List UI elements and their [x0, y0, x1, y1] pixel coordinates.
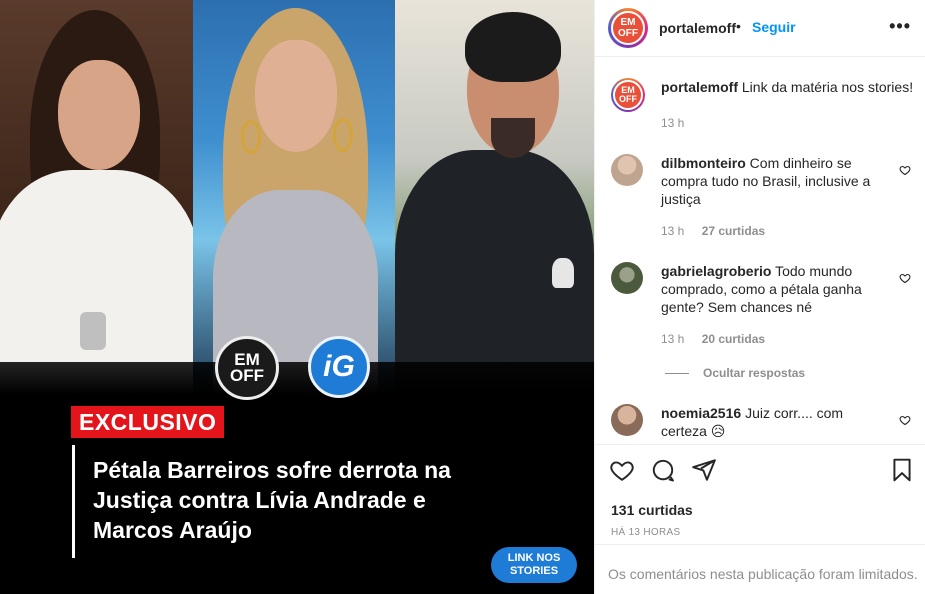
likes-count[interactable]: 131 curtidas — [611, 502, 693, 518]
like-comment-heart-icon[interactable] — [899, 164, 911, 176]
comment-likes[interactable]: 27 curtidas — [702, 224, 765, 238]
share-send-icon[interactable] — [691, 457, 717, 483]
author-avatar[interactable]: EM OFF — [608, 8, 648, 48]
photo-woman-left — [0, 0, 193, 400]
caption: EM OFF portalemoff Link da matéria nos s… — [611, 78, 913, 138]
comments-limited-text: Os comentários nesta publicação foram li… — [608, 566, 918, 582]
comment-bubble-icon[interactable] — [650, 457, 676, 483]
post-image[interactable]: EM OFF iG EXCLUSIVO Pétala Barreiros sof… — [0, 0, 594, 594]
save-bookmark-icon[interactable] — [889, 457, 915, 483]
emoff-logo: EM OFF — [215, 336, 279, 400]
photo-presenter-center — [193, 0, 395, 400]
comment-username[interactable]: noemia2516 — [661, 405, 741, 421]
photo-man-right — [395, 0, 594, 400]
comments-list[interactable]: EM OFF portalemoff Link da matéria nos s… — [595, 58, 925, 444]
caption-body: portalemoff Link da matéria nos stories! — [661, 78, 921, 96]
post-actions: 131 curtidas HÁ 13 HORAS — [595, 444, 925, 544]
comment-time: 13 h — [661, 332, 685, 346]
comment-meta: 13 h 20 curtidas — [661, 332, 765, 346]
commenter-avatar[interactable] — [611, 404, 643, 436]
caption-avatar[interactable]: EM OFF — [611, 78, 645, 112]
comment-item: noemia2516 Juiz corr.... com certeza 😥 — [611, 404, 911, 444]
caption-text: Link da matéria nos stories! — [741, 79, 914, 95]
post-sidebar: EM OFF portalemoff • Seguir ••• EM OFF p… — [594, 0, 925, 594]
caption-time: 13 h — [661, 116, 685, 130]
caption-username[interactable]: portalemoff — [661, 79, 738, 95]
comment-meta: 13 h 27 curtidas — [661, 224, 765, 238]
exclusive-tag: EXCLUSIVO — [71, 406, 225, 438]
ig-logo-text: iG — [323, 350, 355, 383]
post-time-ago: HÁ 13 HORAS — [611, 527, 681, 538]
hide-replies-label: Ocultar respostas — [703, 366, 806, 380]
avatar-text-2: OFF — [618, 28, 638, 39]
link-stories-line1: LINK NOS — [507, 552, 561, 564]
like-comment-heart-icon[interactable] — [899, 414, 911, 426]
more-options-icon[interactable]: ••• — [889, 16, 911, 37]
comment-body: noemia2516 Juiz corr.... com certeza 😥 — [661, 404, 891, 440]
comments-limited-footer: Os comentários nesta publicação foram li… — [595, 544, 925, 594]
headline-divider — [72, 445, 75, 558]
like-heart-icon[interactable] — [609, 457, 635, 483]
comment-username[interactable]: gabrielagroberio — [661, 263, 771, 279]
commenter-avatar[interactable] — [611, 262, 643, 294]
post-header: EM OFF portalemoff • Seguir ••• — [595, 0, 925, 57]
comment-time: 13 h — [661, 224, 685, 238]
emoff-logo-line2: OFF — [230, 366, 264, 385]
link-stories-button[interactable]: LINK NOS STORIES — [491, 547, 577, 583]
avatar-text-1: EM — [620, 17, 636, 28]
ig-logo: iG — [308, 336, 370, 398]
comment-item: gabrielagroberio Todo mundo comprado, co… — [611, 262, 911, 352]
comment-username[interactable]: dilbmonteiro — [661, 155, 746, 171]
author-username[interactable]: portalemoff — [659, 20, 736, 36]
comment-item: dilbmonteiro Com dinheiro se compra tudo… — [611, 154, 911, 244]
separator-dot: • — [736, 18, 741, 34]
comment-likes[interactable]: 20 curtidas — [702, 332, 765, 346]
comment-body: dilbmonteiro Com dinheiro se compra tudo… — [661, 154, 891, 208]
like-comment-heart-icon[interactable] — [899, 272, 911, 284]
comment-body: gabrielagroberio Todo mundo comprado, co… — [661, 262, 891, 316]
hide-replies-toggle[interactable]: Ocultar respostas — [665, 366, 805, 380]
caption-avatar-text-2: OFF — [619, 94, 637, 104]
headline-text: Pétala Barreiros sofre derrota na Justiç… — [93, 457, 451, 543]
commenter-avatar[interactable] — [611, 154, 643, 186]
link-stories-line2: STORIES — [509, 565, 559, 577]
follow-button[interactable]: Seguir — [752, 19, 796, 35]
